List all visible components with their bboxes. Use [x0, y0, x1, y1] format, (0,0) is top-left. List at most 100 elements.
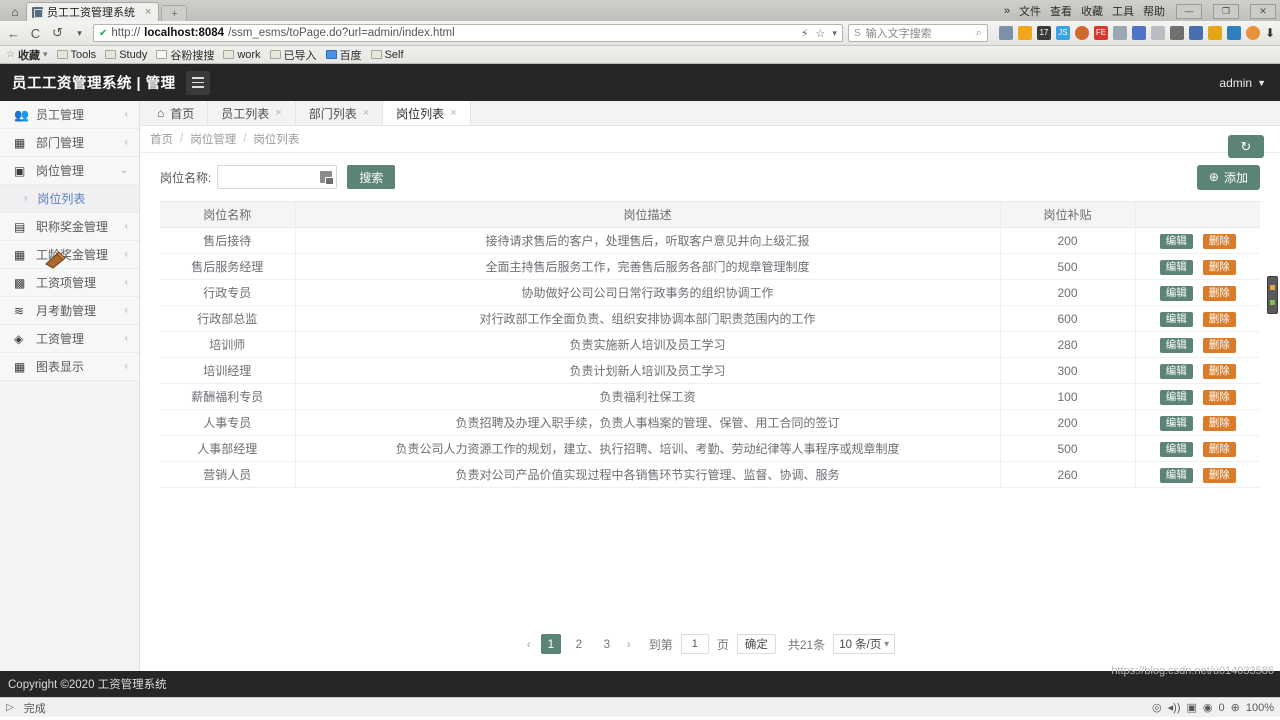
reload-icon[interactable]: C: [27, 25, 44, 42]
goto-page-input[interactable]: [680, 634, 709, 654]
ext-cookie-icon[interactable]: [1074, 26, 1089, 40]
delete-button[interactable]: 删除: [1202, 259, 1236, 275]
sidebar-item-position-list[interactable]: › 岗位列表: [0, 185, 139, 213]
download-icon[interactable]: ⬇: [1265, 26, 1275, 40]
add-button[interactable]: ⊕ 添加: [1196, 164, 1260, 190]
sidebar-item-salary[interactable]: ◈ 工资管理 ‹: [0, 325, 139, 353]
delete-button[interactable]: 删除: [1202, 467, 1236, 483]
ext-scissors-icon[interactable]: [1169, 26, 1184, 40]
window-minimize-button[interactable]: —: [1176, 3, 1202, 19]
bookmark-item[interactable]: Self: [370, 49, 404, 61]
window-close-button[interactable]: ✕: [1250, 3, 1276, 19]
bookmark-item[interactable]: Tools: [56, 49, 96, 61]
edit-button[interactable]: 编辑: [1159, 311, 1193, 327]
history-icon[interactable]: ↺: [49, 25, 66, 42]
sidebar-item-attendance[interactable]: ≋ 月考勤管理 ‹: [0, 297, 139, 325]
menu-help[interactable]: 帮助: [1143, 3, 1165, 19]
close-icon[interactable]: ×: [145, 6, 151, 18]
delete-button[interactable]: 删除: [1202, 337, 1236, 353]
edit-button[interactable]: 编辑: [1159, 285, 1193, 301]
sidebar-item-department[interactable]: ▦ 部门管理 ‹: [0, 129, 139, 157]
edit-button[interactable]: 编辑: [1159, 441, 1193, 457]
sidebar-item-salary-item[interactable]: ▩ 工资项管理 ‹: [0, 269, 139, 297]
search-field[interactable]: [217, 165, 338, 189]
new-tab-button[interactable]: +: [161, 5, 188, 21]
target-icon[interactable]: ◉: [1203, 701, 1213, 714]
delete-button[interactable]: 删除: [1202, 285, 1236, 301]
close-icon[interactable]: ×: [450, 107, 456, 119]
page-button-2[interactable]: 2: [569, 634, 589, 654]
edit-button[interactable]: 编辑: [1159, 259, 1193, 275]
ext-key-icon[interactable]: [1207, 26, 1222, 40]
ext-info-icon[interactable]: [998, 26, 1013, 40]
bookmark-item[interactable]: Study: [105, 49, 147, 61]
search-icon[interactable]: ⌕: [976, 27, 982, 40]
delete-button[interactable]: 删除: [1202, 389, 1236, 405]
prev-page-button[interactable]: ‹: [525, 637, 533, 651]
scroll-assist-widget[interactable]: [1267, 276, 1278, 314]
tab-employee-list[interactable]: 员工列表 ×: [208, 101, 296, 125]
tab-position-list[interactable]: 岗位列表 ×: [383, 101, 471, 125]
ext-fe-icon[interactable]: FE: [1093, 26, 1108, 40]
ext-umbrella-icon[interactable]: [1112, 26, 1127, 40]
edit-button[interactable]: 编辑: [1159, 233, 1193, 249]
bookmark-item[interactable]: work: [223, 49, 261, 61]
sidebar-item-seniority-bonus[interactable]: ▦ 工龄奖金管理 ‹: [0, 241, 139, 269]
page-button-3[interactable]: 3: [597, 634, 617, 654]
user-menu[interactable]: admin ▼: [1219, 76, 1280, 90]
ext-wrench-icon[interactable]: [1188, 26, 1203, 40]
sidebar-item-title-bonus[interactable]: ▤ 职称奖金管理 ‹: [0, 213, 139, 241]
browser-home-icon[interactable]: ⌂: [4, 2, 26, 21]
delete-button[interactable]: 删除: [1202, 415, 1236, 431]
menu-tools[interactable]: 工具: [1112, 3, 1134, 19]
delete-button[interactable]: 删除: [1202, 441, 1236, 457]
bookmark-item[interactable]: 已导入: [269, 47, 317, 63]
ext-js-icon[interactable]: JS: [1055, 26, 1070, 40]
next-page-button[interactable]: ›: [625, 637, 633, 651]
breadcrumb-item[interactable]: 首页: [150, 131, 173, 147]
chevron-down-icon[interactable]: ▾: [71, 25, 88, 42]
page-button-1[interactable]: 1: [540, 634, 561, 654]
back-icon[interactable]: ←: [5, 25, 22, 42]
window-maximize-button[interactable]: ❐: [1213, 3, 1239, 19]
menu-toggle-icon[interactable]: [185, 70, 210, 95]
play-icon[interactable]: ▷: [6, 702, 14, 713]
scroll-up-icon[interactable]: [1270, 285, 1275, 290]
edit-button[interactable]: 编辑: [1159, 363, 1193, 379]
url-caret-icon[interactable]: ▾: [832, 28, 837, 39]
lightning-icon[interactable]: ⚡: [801, 27, 809, 40]
sidebar-item-chart[interactable]: ▦ 图表显示 ‹: [0, 353, 139, 381]
close-icon[interactable]: ×: [363, 107, 369, 119]
zoom-level[interactable]: 100%: [1246, 702, 1274, 714]
edit-button[interactable]: 编辑: [1159, 389, 1193, 405]
tab-department-list[interactable]: 部门列表 ×: [296, 101, 384, 125]
ext-calendar-icon[interactable]: 17: [1036, 26, 1051, 40]
browser-search-box[interactable]: S 输入文字搜索 ⌕: [847, 24, 988, 42]
browser-tab[interactable]: 员工工资管理系统 ×: [26, 2, 160, 21]
sidebar-item-employee[interactable]: 👥 员工管理 ‹: [0, 101, 139, 129]
edit-button[interactable]: 编辑: [1159, 415, 1193, 431]
ext-hand-icon[interactable]: [1131, 26, 1146, 40]
bookmark-star-icon[interactable]: ☆: [816, 27, 826, 40]
delete-button[interactable]: 删除: [1202, 233, 1236, 249]
more-icon[interactable]: »: [1004, 5, 1010, 17]
bookmark-item[interactable]: 百度: [325, 47, 362, 63]
sound-icon[interactable]: ◂)): [1168, 701, 1181, 714]
bookmark-item[interactable]: 谷粉搜搜: [156, 47, 214, 63]
tab-home[interactable]: ⌂ 首页: [144, 101, 209, 125]
menu-file[interactable]: 文件: [1019, 3, 1041, 19]
menu-view[interactable]: 查看: [1050, 3, 1072, 19]
bookmark-item[interactable]: ☆ 收藏 ▾: [6, 47, 48, 63]
zoom-icon[interactable]: ⊕: [1231, 701, 1240, 714]
ext-arrow-icon[interactable]: [1150, 26, 1165, 40]
delete-button[interactable]: 删除: [1202, 311, 1236, 327]
chevron-down-icon[interactable]: ▾: [43, 49, 48, 60]
search-button[interactable]: 搜索: [347, 165, 396, 189]
scroll-down-icon[interactable]: [1270, 300, 1275, 305]
search-input[interactable]: [222, 170, 321, 184]
address-bar[interactable]: ✔ http:// localhost:8084 /ssm_esms/toPag…: [93, 24, 843, 42]
delete-button[interactable]: 删除: [1202, 363, 1236, 379]
ext-more-icon[interactable]: [1245, 26, 1260, 40]
breadcrumb-item[interactable]: 岗位管理: [190, 131, 236, 147]
page-size-select[interactable]: 10 条/页 ▾: [833, 634, 896, 654]
